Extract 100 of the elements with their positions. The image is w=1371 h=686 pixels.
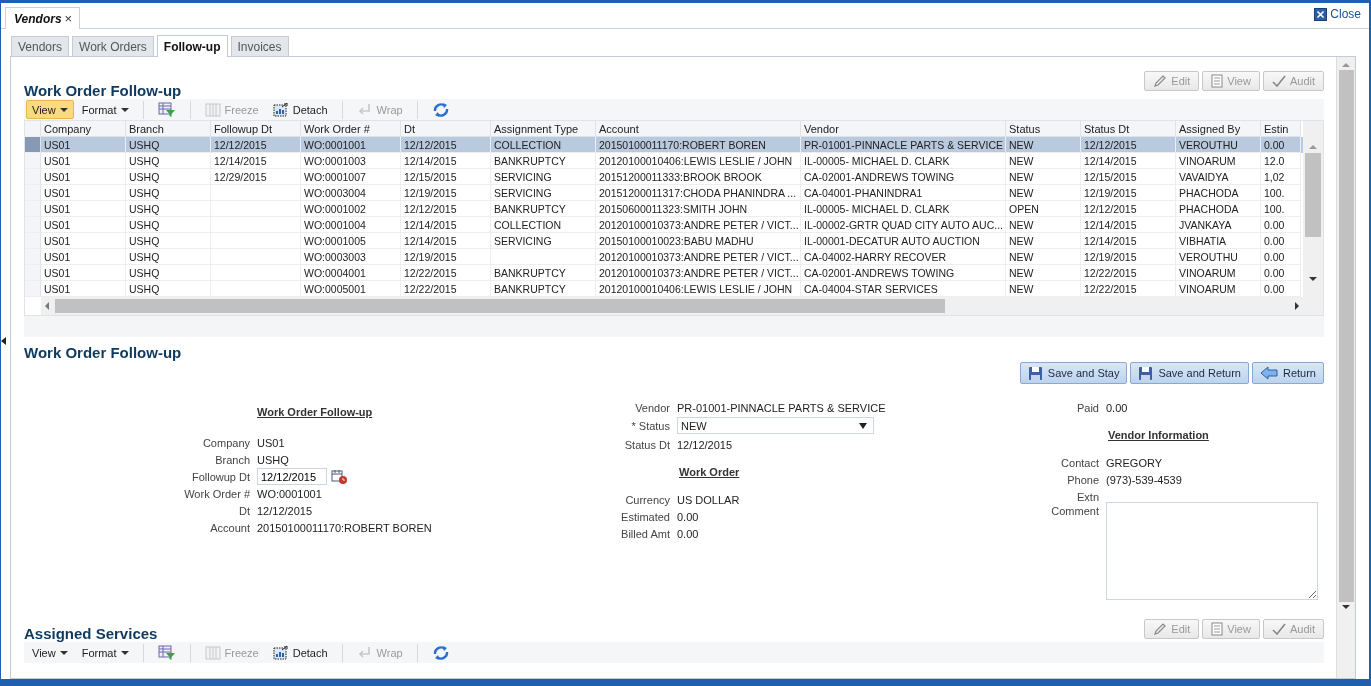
- tab[interactable]: Work Orders: [72, 36, 154, 56]
- row-header[interactable]: [25, 249, 41, 265]
- column-header[interactable]: Status Dt: [1081, 121, 1176, 137]
- menu-button[interactable]: View: [26, 100, 74, 119]
- left-arrow-icon: [1259, 366, 1278, 380]
- table-cell: WO:0004001: [304, 266, 366, 279]
- table-row[interactable]: US01 USHQ 12/12/2015 WO:0001001 12/12/2015 COLLECTION 20150100011170:ROBERT BOREN PR-01001-PINNACLE PARTS & SERVICE NEW 12/12/2015 VEROUTHU 0.00: [25, 137, 1303, 153]
- tab[interactable]: Vendors: [11, 36, 70, 56]
- table-cell: CA-04001-PHANINDRA1: [804, 186, 923, 199]
- horizontal-scrollbar[interactable]: [41, 297, 1303, 315]
- table-cell: 20150100011170:ROBERT BOREN: [599, 138, 766, 151]
- field-value: 0.00: [1106, 401, 1129, 414]
- column-header[interactable]: Status: [1006, 121, 1081, 137]
- pencil-icon: [1153, 74, 1168, 88]
- tab[interactable]: Follow-up: [156, 35, 228, 57]
- date-field[interactable]: 12/12/2015: [257, 468, 327, 485]
- table-cell: US01: [44, 250, 71, 263]
- row-header[interactable]: [25, 265, 41, 281]
- table-row[interactable]: US01 USHQ 12/14/2015 WO:0001003 12/14/2015 BANKRUPTCY 20120100010406:LEWIS LESLIE / JOHN IL-00005- MICHAEL D. CLARK NEW 12/14/2015 VINOARUM 12.0: [25, 153, 1303, 169]
- row-header[interactable]: [25, 153, 41, 169]
- table-cell: VAVAIDYA: [1179, 170, 1229, 183]
- caret-icon: [59, 107, 68, 112]
- status-dropdown[interactable]: NEW: [677, 417, 874, 434]
- table-cell: 20120100010406:LEWIS LESLIE / JOHN: [599, 282, 793, 295]
- refresh-icon: [431, 101, 450, 118]
- calendar-icon[interactable]: [331, 468, 348, 485]
- table-row[interactable]: US01 USHQ WO:0003003 12/19/2015 20120100010373:ANDRE PETER / VICT... CA-04002-HARRY RECOVER NEW 12/19/2015 VEROUTHU 0.00: [25, 249, 1303, 265]
- field-value: US01: [257, 436, 286, 449]
- close-tab-button[interactable]: ×: [64, 11, 73, 26]
- vertical-scrollbar[interactable]: [1303, 121, 1323, 315]
- column-header[interactable]: Branch: [126, 121, 211, 137]
- close-link[interactable]: Close: [1330, 7, 1361, 21]
- table-cell: WO:0001003: [304, 154, 366, 167]
- close-icon[interactable]: [1314, 7, 1328, 21]
- table-row[interactable]: US01 USHQ WO:0001005 12/14/2015 SERVICING 20150100010023:BABU MADHU IL-00001-DECATUR AUTO AUCTION NEW 12/14/2015 VIBHATIA 0.00: [25, 233, 1303, 249]
- column-header[interactable]: Account: [596, 121, 801, 137]
- row-header[interactable]: [25, 137, 41, 153]
- table-cell: 0.00: [1264, 282, 1285, 295]
- field-value: (973)-539-4539: [1106, 473, 1183, 486]
- table-cell: 12/14/2015: [1084, 154, 1137, 167]
- vertical-scrollbar[interactable]: [1336, 57, 1355, 678]
- menu-button[interactable]: Format: [75, 643, 135, 662]
- column-header[interactable]: Dt: [401, 121, 491, 137]
- column-header[interactable]: Followup Dt: [211, 121, 301, 137]
- field-value: US DOLLAR: [677, 493, 741, 506]
- column-header[interactable]: Vendor: [801, 121, 1006, 137]
- table-cell: 0.00: [1264, 250, 1285, 263]
- table-cell: WO:0001001: [304, 138, 366, 151]
- field-value: PR-01001-PINNACLE PARTS & SERVICE: [677, 401, 887, 414]
- column-header[interactable]: Work Order #: [301, 121, 401, 137]
- row-header[interactable]: [25, 233, 41, 249]
- table-row[interactable]: US01 USHQ WO:0001002 12/12/2015 BANKRUPTCY 20150600011323:SMITH JOHN IL-00005- MICHAEL D. CLARK OPEN 12/12/2015 PHACHODA 100.: [25, 201, 1303, 217]
- table-cell: USHQ: [129, 154, 160, 167]
- detach-button[interactable]: Detach: [266, 643, 334, 662]
- row-header[interactable]: [25, 201, 41, 217]
- detach-icon: [272, 645, 289, 660]
- table-cell: CA-02001-ANDREWS TOWING: [804, 170, 955, 183]
- table-row[interactable]: US01 USHQ 12/29/2015 WO:0001007 12/15/2015 SERVICING 20151200011333:BROOK BROOK CA-02001-ANDREWS TOWING NEW 12/15/2015 VAVAIDYA 1,02: [25, 169, 1303, 185]
- detach-button[interactable]: Detach: [266, 100, 334, 119]
- field-value: GREGORY: [1106, 456, 1164, 469]
- table-cell: 0.00: [1264, 266, 1285, 279]
- document-tab[interactable]: Vendors ×: [5, 7, 81, 29]
- field-label: Company: [202, 436, 250, 449]
- table-cell: 100.: [1264, 202, 1285, 215]
- field-label: Dt: [239, 504, 250, 517]
- row-header[interactable]: [25, 217, 41, 233]
- table-cell: BANKRUPTCY: [494, 282, 566, 295]
- tab[interactable]: Invoices: [230, 36, 289, 56]
- return-button[interactable]: Return: [1251, 362, 1324, 384]
- table-cell: 12/22/2015: [1084, 282, 1137, 295]
- row-header[interactable]: [25, 185, 41, 201]
- column-header[interactable]: Estin: [1261, 121, 1301, 137]
- row-header[interactable]: [25, 169, 41, 185]
- save-button[interactable]: Save and Return: [1130, 362, 1249, 384]
- field-label: Work Order #: [184, 487, 250, 500]
- table-cell: IL-00005- MICHAEL D. CLARK: [804, 154, 950, 167]
- column-header[interactable]: Assigned By: [1176, 121, 1261, 137]
- table-cell: 12/12/2015: [1084, 202, 1137, 215]
- column-header[interactable]: Assignment Type: [491, 121, 596, 137]
- table-cell: WO:0003004: [304, 186, 366, 199]
- table-cell: VIBHATIA: [1179, 234, 1227, 247]
- table-cell: 20120100010373:ANDRE PETER / VICT...: [599, 266, 799, 279]
- collapse-icon[interactable]: [1, 337, 6, 345]
- table-cell: 12/14/2015: [1084, 218, 1137, 231]
- checkmark-icon: [1271, 74, 1286, 88]
- table-cell: 20150600011323:SMITH JOHN: [599, 202, 748, 215]
- table-row[interactable]: US01 USHQ WO:0001004 12/14/2015 COLLECTION 20120100010373:ANDRE PETER / VICT... IL-00002-GRTR QUAD CITY AUTO AUC... NEW 12/14/2015 JVANKAYA 0.00: [25, 217, 1303, 233]
- table-cell: 12/19/2015: [404, 186, 457, 199]
- column-header[interactable]: Company: [41, 121, 126, 137]
- table-cell: CA-04004-STAR SERVICES: [804, 282, 938, 295]
- comment-field[interactable]: [1106, 502, 1318, 600]
- menu-button[interactable]: View: [26, 643, 74, 662]
- table-row[interactable]: US01 USHQ WO:0003004 12/19/2015 SERVICING 20151200011317:CHODA PHANINDRA ... CA-04001-PHANINDRA1 NEW 12/19/2015 PHACHODA 100.: [25, 185, 1303, 201]
- row-header[interactable]: [25, 281, 41, 297]
- section-title: Work Order Follow-up: [24, 344, 182, 361]
- save-button[interactable]: Save and Stay: [1019, 362, 1128, 384]
- field-label: Contact: [1061, 456, 1099, 469]
- table-row[interactable]: US01 USHQ WO:0004001 12/22/2015 BANKRUPTCY 20120100010373:ANDRE PETER / VICT... CA-02001-ANDREWS TOWING NEW 12/22/2015 VINOARUM 0.00: [25, 265, 1303, 281]
- field-value: 20150100011170:ROBERT BOREN: [257, 521, 433, 534]
- menu-button[interactable]: Format: [75, 100, 135, 119]
